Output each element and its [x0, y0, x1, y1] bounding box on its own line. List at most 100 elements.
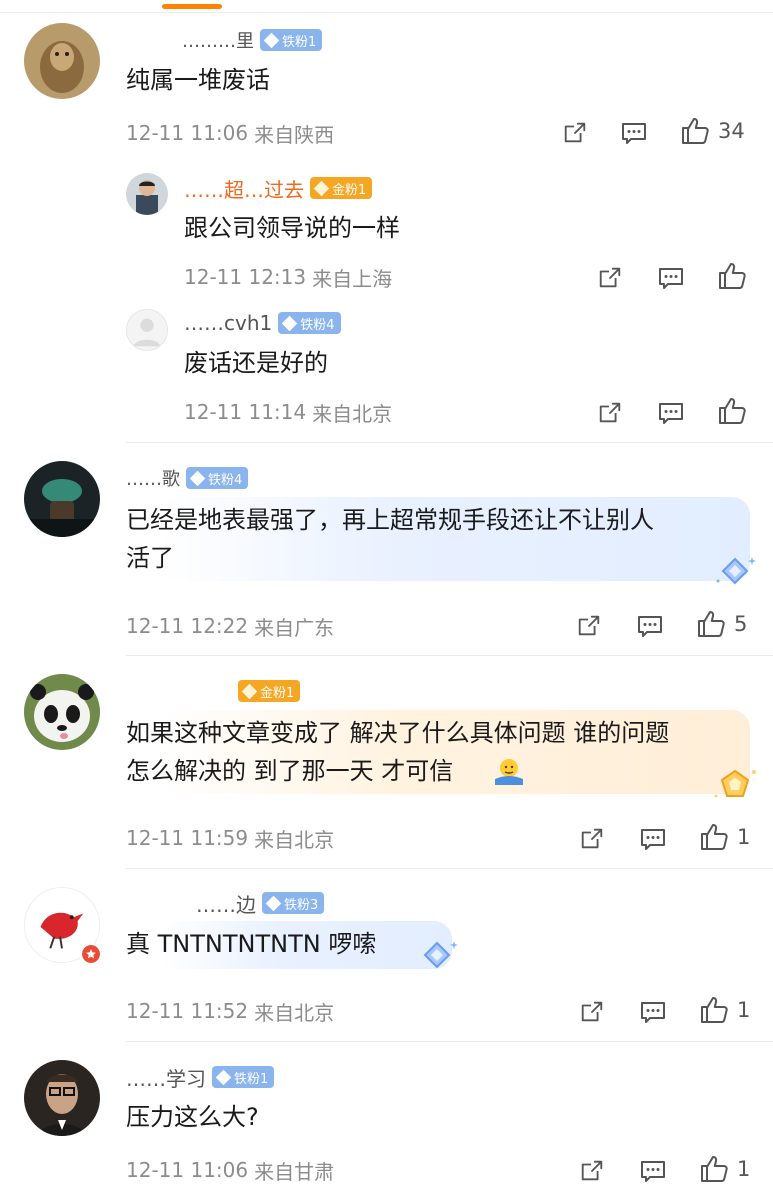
like-count: 1: [737, 998, 751, 1022]
gem-decoration-icon: [423, 941, 458, 969]
reply-button[interactable]: [639, 824, 667, 854]
share-button[interactable]: [597, 398, 623, 428]
gem-icon: [263, 32, 280, 48]
comment-meta: 12-11 11:59 来自北京: [126, 823, 334, 853]
username[interactable]: ……学习: [126, 1063, 206, 1092]
gem-decoration-icon: [716, 557, 756, 585]
reply-text: 跟公司领导说的一样: [184, 214, 400, 242]
gem-icon: [265, 895, 282, 911]
share-button[interactable]: [562, 118, 588, 148]
username[interactable]: ……超…过去: [184, 174, 304, 203]
username-line: ………里 铁粉1: [182, 26, 323, 54]
like-count: 1: [737, 825, 751, 849]
crown-icon: [313, 180, 330, 196]
share-icon: [579, 1158, 605, 1184]
avatar[interactable]: [126, 309, 168, 351]
comment-icon: [639, 1157, 667, 1185]
crown-icon: [241, 683, 258, 699]
fan-badge-label: 铁粉1: [234, 1071, 269, 1087]
like-icon: [696, 609, 726, 639]
like-count: 5: [734, 612, 748, 636]
reply-button[interactable]: [657, 263, 685, 293]
username-line: ……歌 铁粉4: [126, 464, 249, 492]
like-button[interactable]: 1: [699, 1154, 750, 1184]
timestamp: 12-11 11:06: [126, 1158, 249, 1182]
share-button[interactable]: [579, 997, 605, 1027]
share-button[interactable]: [576, 611, 602, 641]
like-button[interactable]: 1: [699, 995, 750, 1025]
fan-badge: 铁粉4: [278, 312, 341, 334]
gem-icon: [215, 1069, 232, 1085]
reply-button[interactable]: [639, 1156, 667, 1186]
username[interactable]: ……歌: [126, 465, 180, 491]
fan-badge: 铁粉1: [260, 29, 323, 51]
like-button[interactable]: [717, 261, 747, 291]
like-icon: [699, 995, 729, 1025]
medal-decoration-icon: [714, 769, 756, 798]
username-line: ……边 铁粉3: [196, 889, 325, 918]
comment-meta: 12-11 12:22 来自广东: [126, 611, 334, 641]
fan-badge-label: 铁粉4: [208, 472, 243, 488]
reply-meta: 12-11 11:14 来自北京: [184, 397, 392, 427]
comment-text-line1: 如果这种文章变成了 解决了什么具体问题 谁的问题: [126, 719, 670, 747]
reply-button[interactable]: [657, 398, 685, 428]
avatar[interactable]: [126, 173, 168, 215]
comment-icon: [636, 612, 664, 640]
comment-item: ……边 铁粉3 真 TNTNTNTNTN 啰嗦 12-11 11:52 来自北京…: [0, 869, 773, 1041]
comment-item: ……歌 铁粉4 已经是地表最强了，再上超常规手段还让不让别人 活了 12-11 …: [0, 443, 773, 655]
share-button[interactable]: [579, 824, 605, 854]
location: 来自甘肃: [254, 1159, 335, 1184]
reply-button[interactable]: [639, 997, 667, 1027]
avatar[interactable]: [24, 674, 100, 750]
comment-item: ………里 铁粉1 纯属一堆废话 12-11 11:06 来自陕西 34 ……超……: [0, 0, 773, 440]
share-icon: [576, 613, 602, 639]
username[interactable]: ………里: [182, 27, 254, 53]
timestamp: 12-11 11:59: [126, 826, 249, 850]
like-icon: [717, 396, 747, 426]
comment-text-line1: 已经是地表最强了，再上超常规手段还让不让别人: [126, 506, 654, 534]
like-button[interactable]: 1: [699, 822, 750, 852]
like-icon: [699, 1154, 729, 1184]
reply-button[interactable]: [636, 611, 664, 641]
reply-text: 废话还是好的: [184, 349, 328, 377]
share-icon: [562, 120, 588, 146]
emoji-shrug-icon: [495, 759, 523, 785]
comment-icon: [657, 399, 685, 427]
location: 来自北京: [312, 401, 393, 426]
username[interactable]: ……cvh1: [184, 311, 272, 335]
avatar[interactable]: [24, 1060, 100, 1136]
fan-badge: 铁粉4: [186, 467, 249, 489]
comment-item: 金粉1 如果这种文章变成了 解决了什么具体问题 谁的问题 怎么解决的 到了那一天…: [0, 656, 773, 868]
location: 来自上海: [312, 266, 393, 291]
fan-badge-label: 铁粉3: [284, 897, 319, 913]
share-icon: [579, 826, 605, 852]
fan-badge-label: 铁粉1: [282, 34, 317, 50]
username-line: ……cvh1 铁粉4: [184, 309, 341, 337]
username[interactable]: ……边: [196, 889, 256, 918]
avatar[interactable]: [24, 461, 100, 537]
fan-badge: 金粉1: [310, 177, 373, 199]
location: 来自陕西: [254, 122, 335, 147]
share-icon: [579, 999, 605, 1025]
location: 来自广东: [254, 615, 335, 640]
comment-text: 真 TNTNTNTNTN 啰嗦: [126, 930, 377, 958]
comment-icon: [639, 825, 667, 853]
comment-icon: [620, 119, 648, 147]
comment-text-line2: 怎么解决的 到了那一天 才可信: [126, 757, 454, 785]
share-button[interactable]: [597, 263, 623, 293]
fan-badge: 金粉1: [238, 680, 301, 702]
like-count: 1: [737, 1157, 751, 1181]
like-button[interactable]: 5: [696, 609, 747, 639]
location: 来自北京: [254, 827, 335, 852]
like-icon: [699, 822, 729, 852]
comment-text: 纯属一堆废话: [126, 66, 270, 94]
share-button[interactable]: [579, 1156, 605, 1186]
like-button[interactable]: 34: [680, 116, 745, 146]
avatar[interactable]: [24, 23, 100, 99]
gem-icon: [281, 315, 298, 331]
comment-text-line2: 活了: [126, 544, 174, 572]
reply-button[interactable]: [620, 118, 648, 148]
comment-icon: [639, 998, 667, 1026]
like-button[interactable]: [717, 396, 747, 426]
timestamp: 12-11 11:06: [126, 121, 249, 145]
